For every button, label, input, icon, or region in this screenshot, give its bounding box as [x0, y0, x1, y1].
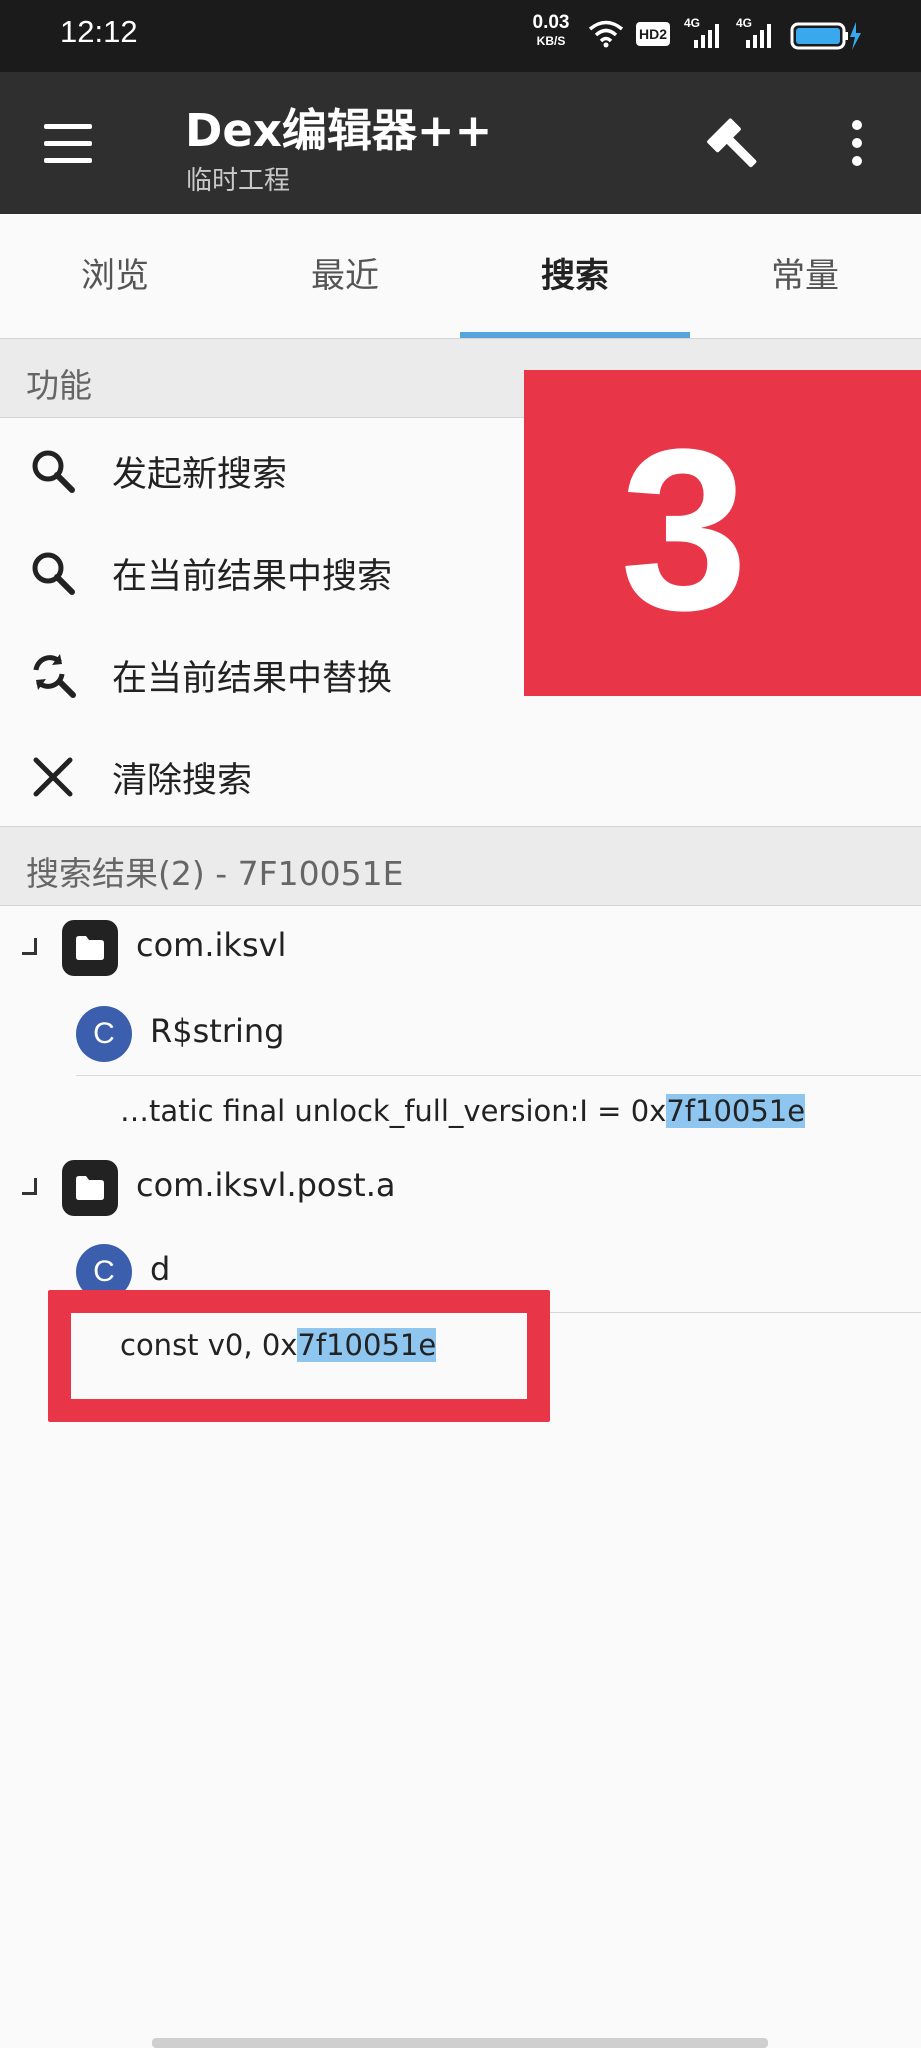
match-highlight: 7f10051e [666, 1094, 806, 1128]
match-text: …tatic final unlock_full_version:I = 0x7… [120, 1094, 806, 1128]
results-header-label: 搜索结果(2) - 7F10051E [26, 854, 404, 893]
new-search-label: 发起新搜索 [112, 455, 288, 495]
package-name: com.iksvl [136, 926, 287, 964]
search-icon [32, 450, 75, 493]
battery-charging-icon [790, 22, 861, 50]
search-icon [32, 552, 75, 595]
status-bar: 12:12 0.03 KB/S HD2 4G 4G [0, 0, 921, 72]
network-speed-value: 0.03 [532, 12, 570, 33]
replace-in-results-label: 在当前结果中替换 [112, 659, 393, 699]
highlight-annotation-frame [48, 1290, 550, 1422]
results-section-header: 搜索结果(2) - 7F10051E [0, 826, 921, 906]
tab-constants[interactable]: 常量 [690, 214, 920, 338]
step-number: 3 [620, 401, 748, 658]
class-name: d [150, 1250, 171, 1288]
tab-browse[interactable]: 浏览 [0, 214, 230, 338]
match-prefix: …tatic final unlock_full_version:I = 0x [120, 1094, 667, 1128]
status-time: 12:12 [60, 14, 138, 49]
match-line[interactable]: …tatic final unlock_full_version:I = 0x7… [0, 1076, 921, 1154]
hammer-build-icon[interactable] [706, 116, 766, 176]
collapse-icon[interactable] [22, 938, 37, 955]
hd-badge: HD2 [636, 22, 670, 46]
more-options-icon[interactable] [842, 118, 872, 168]
tab-recent[interactable]: 最近 [230, 214, 460, 338]
find-replace-icon [33, 654, 76, 698]
navigation-gesture-bar [152, 2038, 768, 2048]
search-in-results-label: 在当前结果中搜索 [112, 557, 393, 597]
package-row-com-iksvl[interactable]: com.iksvl [0, 906, 921, 990]
folder-icon [62, 920, 118, 976]
package-row-com-iksvl-post-a[interactable]: com.iksvl.post.a [0, 1146, 921, 1230]
class-icon: C [76, 1006, 132, 1062]
app-bar: Dex编辑器++ 临时工程 [0, 72, 921, 214]
collapse-icon[interactable] [22, 1178, 37, 1195]
cell-signal-icon: 4G [684, 16, 724, 50]
step-number-overlay: 3 [524, 370, 921, 696]
network-speed: 0.03 KB/S [528, 12, 574, 50]
class-name: R$string [150, 1012, 285, 1050]
hamburger-menu-icon[interactable] [44, 124, 94, 164]
cell-signal-icon-2: 4G [736, 16, 776, 50]
package-name: com.iksvl.post.a [136, 1166, 396, 1204]
functions-header-label: 功能 [26, 366, 92, 405]
wifi-icon [588, 20, 624, 48]
clear-search-item[interactable]: 清除搜索 [0, 724, 921, 826]
tab-search[interactable]: 搜索 [460, 214, 690, 338]
close-icon [33, 757, 73, 797]
network-speed-unit: KB/S [536, 34, 566, 48]
folder-icon [62, 1160, 118, 1216]
clear-search-label: 清除搜索 [112, 761, 253, 801]
tab-bar: 浏览 最近 搜索 常量 [0, 214, 921, 338]
app-subtitle: 临时工程 [186, 166, 291, 196]
app-title: Dex编辑器++ [185, 104, 493, 157]
class-row-r-string[interactable]: C R$string [0, 992, 921, 1076]
